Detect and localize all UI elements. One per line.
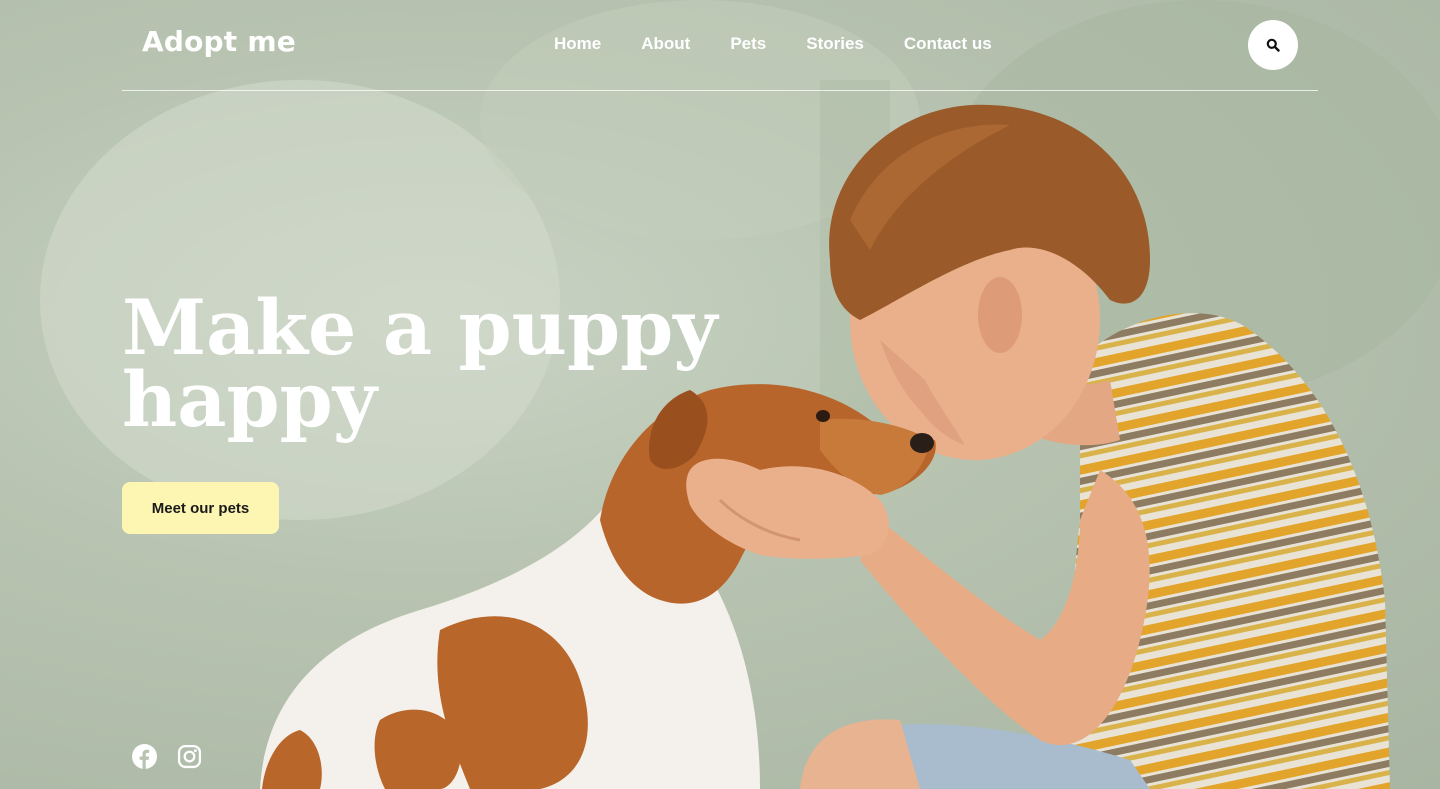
search-icon xyxy=(1266,38,1280,52)
hero-headline: Make a puppy happy xyxy=(122,290,742,438)
instagram-icon[interactable] xyxy=(177,744,202,769)
nav-pets-link[interactable]: Pets xyxy=(730,34,766,54)
nav-contact-link[interactable]: Contact us xyxy=(904,34,992,54)
site-header: Adopt me Home About Pets Stories Contact… xyxy=(122,0,1318,91)
site-logo[interactable]: Adopt me xyxy=(142,25,296,58)
social-links xyxy=(132,744,202,769)
facebook-icon[interactable] xyxy=(132,744,157,769)
nav-home-link[interactable]: Home xyxy=(554,34,601,54)
nav-about-link[interactable]: About xyxy=(641,34,690,54)
nav-stories-link[interactable]: Stories xyxy=(806,34,864,54)
meet-our-pets-button[interactable]: Meet our pets xyxy=(122,482,279,534)
search-button[interactable] xyxy=(1248,20,1298,70)
hero-section: Adopt me Home About Pets Stories Contact… xyxy=(0,0,1440,789)
hero-headline-line2: happy xyxy=(122,355,377,444)
main-nav: Home About Pets Stories Contact us xyxy=(554,34,1032,54)
